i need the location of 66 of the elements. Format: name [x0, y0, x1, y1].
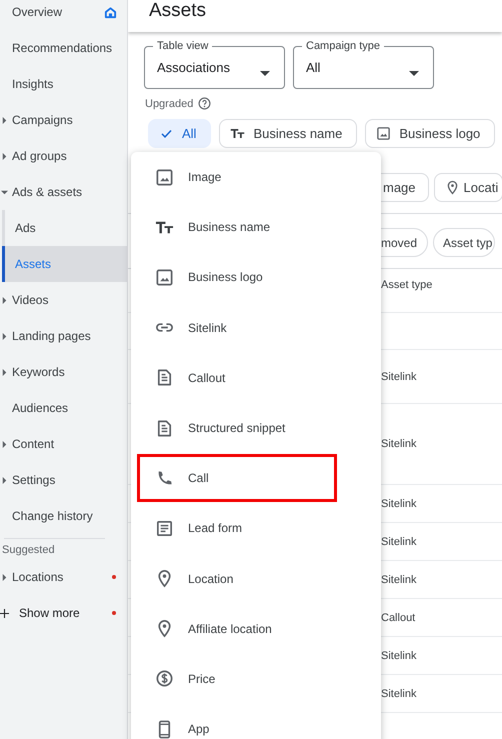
- dropdown-arrow-icon: [409, 71, 419, 76]
- image-icon: [155, 268, 174, 287]
- sidebar-item[interactable]: Campaigns: [12, 113, 73, 127]
- sidebar-item[interactable]: Keywords: [12, 365, 65, 379]
- select-field[interactable]: Table view Associations: [144, 40, 285, 89]
- table-cell: Sitelink: [381, 650, 416, 662]
- sidebar-item[interactable]: Change history: [12, 509, 93, 523]
- sidebar-item[interactable]: Content: [12, 437, 54, 451]
- caret-right-icon[interactable]: [1, 296, 8, 304]
- caret-down-icon[interactable]: [1, 188, 8, 196]
- table-cell: Sitelink: [381, 574, 416, 586]
- sidebar-item[interactable]: Locations: [12, 570, 64, 584]
- filter-chip[interactable]: Business logo: [365, 119, 496, 148]
- menu-item[interactable]: Price: [131, 654, 381, 704]
- home-icon[interactable]: [104, 6, 117, 18]
- caret-right-icon[interactable]: [1, 332, 8, 340]
- dropdown-arrow-icon: [260, 71, 270, 76]
- table-cell: Callout: [381, 612, 416, 624]
- document-icon: [155, 368, 174, 388]
- table-cell: Sitelink: [381, 498, 416, 510]
- form-icon: [155, 518, 174, 538]
- image-icon: [155, 168, 174, 187]
- menu-item[interactable]: Call: [131, 453, 381, 504]
- upgraded-label: Upgraded: [145, 98, 194, 110]
- select-field[interactable]: Campaign type All: [293, 40, 434, 89]
- menu-item[interactable]: App: [131, 704, 381, 739]
- filter-chip[interactable]: Locati: [434, 173, 502, 202]
- location-pin-icon: [444, 180, 460, 195]
- menu-item[interactable]: Affiliate location: [131, 604, 381, 654]
- filter-chip[interactable]: Asset typ: [433, 228, 496, 257]
- filter-chip[interactable]: Business name: [219, 119, 358, 148]
- table-cell: Sitelink: [381, 536, 416, 548]
- caret-right-icon[interactable]: [1, 116, 8, 124]
- sidebar-item[interactable]: Recommendations: [12, 41, 112, 55]
- help-icon[interactable]: [198, 97, 212, 110]
- sidebar-item[interactable]: Overview: [12, 5, 62, 19]
- page-title: Assets: [148, 0, 208, 22]
- sidebar-item[interactable]: Insights: [12, 77, 54, 91]
- table-cell: Sitelink: [381, 438, 416, 450]
- caret-right-icon[interactable]: [1, 368, 8, 376]
- document-icon: [155, 418, 174, 438]
- plus-icon[interactable]: [0, 608, 9, 618]
- section-label: Suggested: [1, 543, 56, 558]
- dollar-icon: [155, 669, 174, 688]
- text-icon: [230, 126, 246, 141]
- table-cell: Sitelink: [381, 370, 416, 382]
- caret-right-icon[interactable]: [1, 574, 8, 580]
- table-cell: Sitelink: [381, 688, 416, 700]
- sidebar-item[interactable]: Videos: [12, 293, 48, 307]
- menu-item[interactable]: Location: [131, 554, 381, 604]
- menu-item[interactable]: Structured snippet: [131, 402, 381, 454]
- menu-item[interactable]: Callout: [131, 352, 381, 403]
- filter-chip[interactable]: All: [148, 119, 212, 148]
- sidebar-item[interactable]: Audiences: [12, 401, 68, 415]
- column-header[interactable]: Asset type: [381, 279, 432, 291]
- sidebar-item[interactable]: Ad groups: [12, 149, 67, 163]
- menu-item[interactable]: Sitelink: [131, 302, 381, 353]
- image-icon: [376, 126, 392, 141]
- sidebar-item[interactable]: Settings: [12, 473, 56, 487]
- caret-right-icon[interactable]: [1, 152, 8, 160]
- sidebar-item[interactable]: Landing pages: [12, 329, 91, 343]
- sidebar-item[interactable]: Show more: [19, 606, 80, 620]
- caret-right-icon[interactable]: [1, 476, 8, 484]
- menu-item[interactable]: Lead form: [131, 503, 381, 554]
- sidebar-item[interactable]: Ads & assets: [12, 185, 82, 199]
- caret-right-icon[interactable]: [1, 440, 8, 448]
